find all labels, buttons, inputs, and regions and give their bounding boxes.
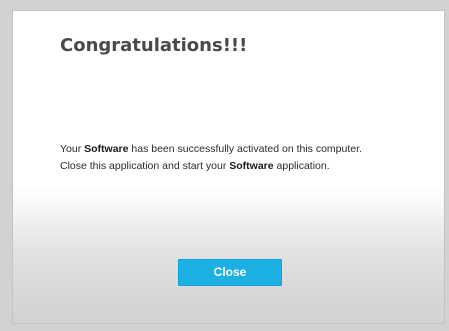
message-line-1-text-a: Your [60, 143, 85, 155]
message-line-1: Your Software has been successfully acti… [60, 141, 430, 158]
message-line-2: Close this application and start your So… [60, 158, 430, 175]
message-line-2-software: Software [229, 160, 274, 172]
message-line-1-text-b: has been successfully activated on this … [128, 143, 362, 155]
message-line-2-text-a: Close this application and start your [60, 160, 230, 172]
dialog-message: Your Software has been successfully acti… [60, 141, 430, 175]
close-button[interactable]: Close [178, 259, 282, 286]
dialog-title: Congratulations!!! [60, 35, 248, 56]
message-line-1-software: Software [84, 143, 129, 155]
screen-background: Congratulations!!! Your Software has bee… [0, 0, 449, 331]
message-line-2-text-b: application. [273, 160, 330, 172]
activation-dialog: Congratulations!!! Your Software has bee… [12, 10, 445, 324]
